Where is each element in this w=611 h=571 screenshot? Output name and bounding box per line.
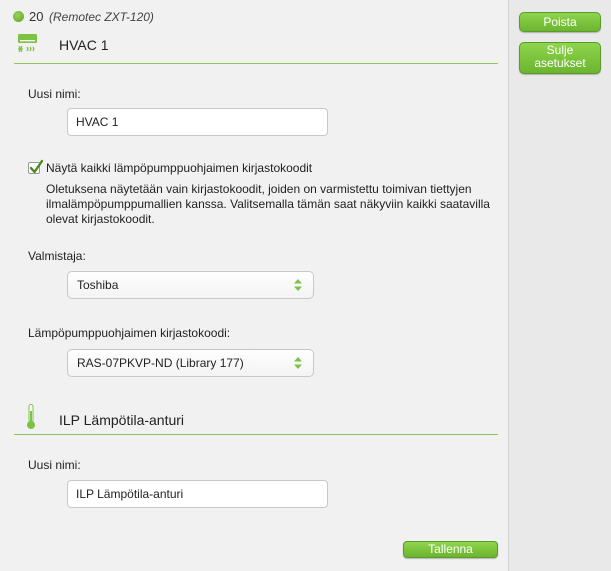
show-all-codes-checkbox[interactable] xyxy=(28,159,44,174)
library-code-label: Lämpöpumppuohjaimen kirjastokoodi: xyxy=(28,326,231,340)
manufacturer-value: Toshiba xyxy=(77,278,119,292)
hvac-name-label: Uusi nimi: xyxy=(28,87,81,101)
settings-panel: 20 (Remotec ZXT-120) HVAC 1 Uusi nimi: N… xyxy=(0,0,508,571)
hvac-name-input[interactable] xyxy=(67,108,328,136)
select-arrows-icon xyxy=(294,357,302,369)
hvac-section-title: HVAC 1 xyxy=(59,37,109,53)
select-arrows-icon xyxy=(294,279,302,291)
section-divider xyxy=(14,63,498,64)
library-code-value: RAS-07PKVP-ND (Library 177) xyxy=(77,356,244,370)
sensor-section-title: ILP Lämpötila-anturi xyxy=(59,412,185,428)
device-number: 20 xyxy=(29,9,44,24)
sensor-name-input[interactable] xyxy=(67,480,328,508)
library-code-select[interactable]: RAS-07PKVP-ND (Library 177) xyxy=(67,349,314,377)
air-conditioner-icon xyxy=(17,34,39,54)
delete-button[interactable]: Poista xyxy=(519,12,601,32)
section-divider xyxy=(14,434,498,435)
device-model: (Remotec ZXT-120) xyxy=(49,10,154,24)
thermometer-icon xyxy=(26,404,36,430)
save-button[interactable]: Tallenna xyxy=(403,541,498,558)
checkmark-icon xyxy=(29,159,44,174)
close-settings-button[interactable]: Sulje asetukset xyxy=(519,42,601,74)
manufacturer-select[interactable]: Toshiba xyxy=(67,271,314,299)
show-all-codes-description: Oletuksena näytetään vain kirjastokoodit… xyxy=(46,182,490,226)
status-dot-icon xyxy=(13,11,24,22)
sidebar: Poista Sulje asetukset xyxy=(508,0,611,571)
show-all-codes-label[interactable]: Näytä kaikki lämpöpumppuohjaimen kirjast… xyxy=(46,161,312,175)
manufacturer-label: Valmistaja: xyxy=(28,249,86,263)
sensor-name-label: Uusi nimi: xyxy=(28,458,81,472)
